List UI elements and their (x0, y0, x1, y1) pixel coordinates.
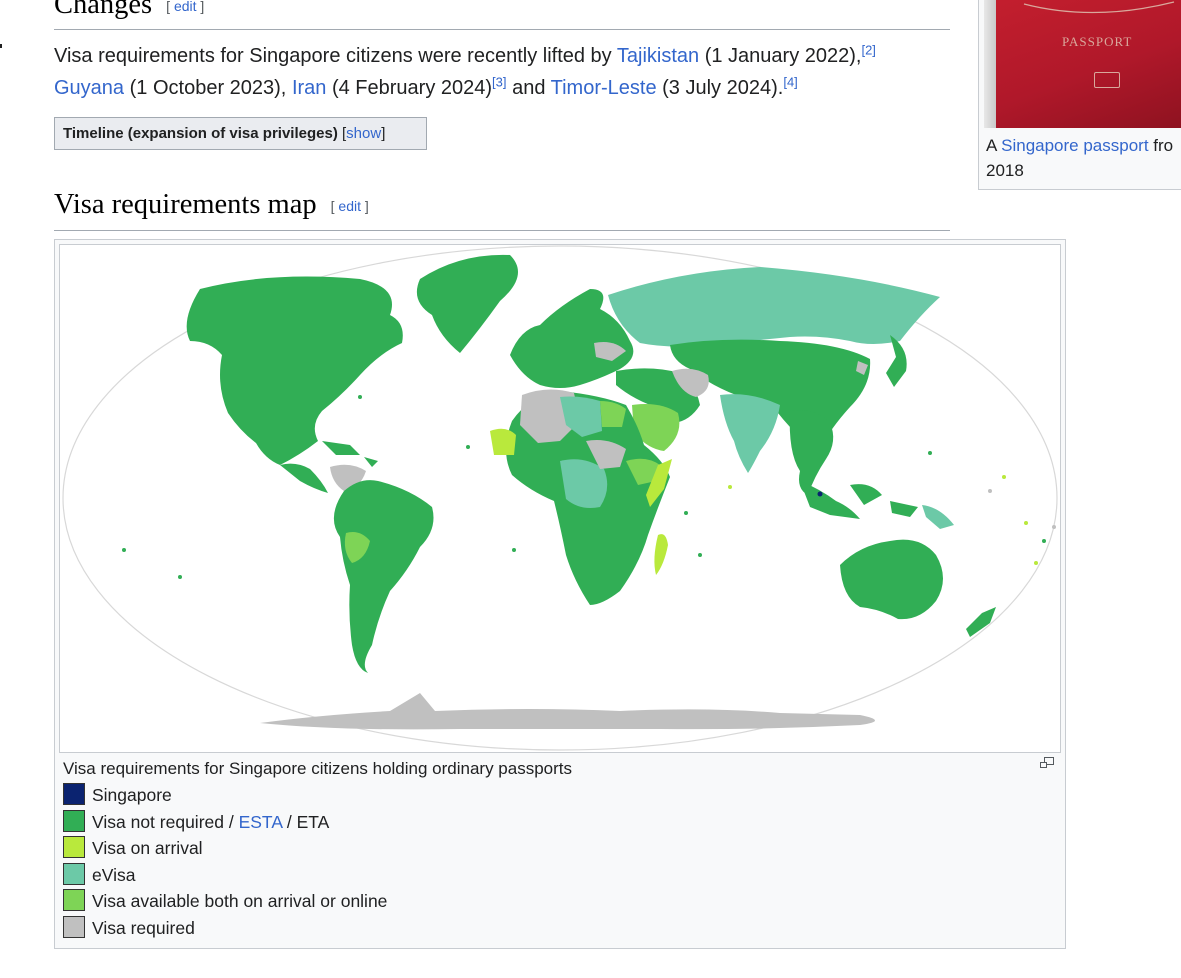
singapore-passport-image[interactable]: PASSPORT (984, 0, 1181, 128)
link-timor-leste[interactable]: Timor-Leste (551, 77, 657, 99)
map-caption: Visa requirements for Singapore citizens… (63, 759, 573, 778)
map-singapore (817, 491, 823, 497)
edit-link-changes[interactable]: edit (174, 0, 197, 14)
changes-heading: Changes [ edit ] (54, 0, 950, 30)
changes-heading-text: Changes (54, 0, 153, 20)
legend-swatch-visa-required (63, 915, 85, 938)
link-singapore-passport[interactable]: Singapore passport (1001, 136, 1148, 155)
visa-map-heading: Visa requirements map [ edit ] (54, 186, 950, 231)
world-map-svg (62, 245, 1058, 751)
ref-2[interactable]: [2] (861, 42, 875, 57)
legend-swatch-visa-arrival-or-online (63, 889, 85, 911)
ref-4[interactable]: [4] (783, 74, 797, 89)
legend-swatch-evisa (63, 862, 85, 885)
link-guyana[interactable]: Guyana (54, 77, 124, 99)
legend-swatch-visa-on-arrival (63, 836, 85, 858)
link-iran[interactable]: Iran (292, 77, 326, 99)
timeline-collapsible: Timeline (expansion of visa privileges) … (54, 117, 427, 150)
timeline-title: Timeline (expansion of visa privileges) (63, 125, 338, 142)
legend-swatch-singapore (63, 783, 85, 805)
changes-paragraph: Visa requirements for Singapore citizens… (54, 42, 876, 99)
link-tajikistan[interactable]: Tajikistan (617, 45, 699, 67)
visa-map-heading-text: Visa requirements map (54, 189, 317, 220)
passport-word: PASSPORT (1062, 34, 1133, 49)
timeline-show-toggle[interactable]: show (346, 125, 381, 142)
passport-chip-icon (1094, 72, 1120, 88)
edit-section-changes: [ edit ] (166, 0, 205, 15)
edit-link-visa-map[interactable]: edit (338, 198, 361, 214)
ref-3[interactable]: [3] (492, 74, 506, 89)
map-mauritania (490, 428, 516, 455)
passport-caption: A Singapore passport fro 2018 (986, 136, 1174, 180)
link-esta[interactable]: ESTA (239, 812, 282, 832)
page-edge-mark (0, 44, 2, 48)
visa-requirements-world-map[interactable] (59, 244, 1061, 753)
edit-section-visa-map: [ edit ] (330, 198, 369, 215)
enlarge-icon[interactable] (1040, 757, 1054, 769)
legend-swatch-visa-not-required (63, 809, 85, 832)
passport-emblem-icon (1023, 1, 1175, 14)
